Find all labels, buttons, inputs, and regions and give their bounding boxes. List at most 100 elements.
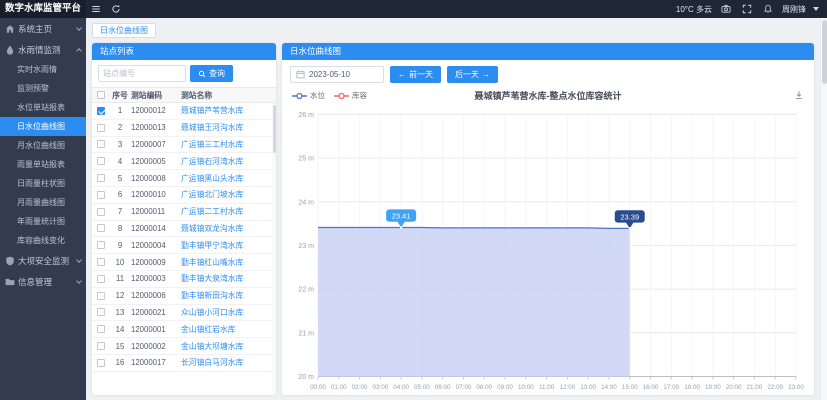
table-row[interactable]: 1012000009勤丰镇红山嘴水库 (92, 254, 276, 271)
legend-item[interactable]: 库容 (334, 90, 367, 101)
table-row[interactable]: 912000004勤丰镇甲宁湾水库 (92, 237, 276, 254)
row-station-name[interactable]: 广运镇黑山头水库 (181, 173, 276, 184)
sidebar-subitem[interactable]: 库容曲线变化 (0, 231, 86, 250)
legend-marker-icon (292, 92, 307, 100)
row-station-name[interactable]: 勤丰镇大泉湾水库 (181, 273, 276, 284)
row-checkbox[interactable] (97, 208, 105, 216)
table-row[interactable]: 1112000003勤丰镇大泉湾水库 (92, 271, 276, 288)
next-day-button[interactable]: 后一天 → (447, 66, 498, 83)
row-checkbox[interactable] (97, 191, 105, 199)
row-checkbox[interactable] (97, 359, 105, 367)
column-header-name: 测站名称 (181, 90, 276, 101)
camera-icon[interactable] (719, 0, 733, 18)
row-checkbox[interactable] (97, 107, 105, 115)
table-row[interactable]: 312000007广运镇三工村水库 (92, 137, 276, 154)
row-checkbox[interactable] (97, 124, 105, 132)
date-picker[interactable]: 2023-05-10 (290, 66, 384, 83)
search-icon (198, 70, 206, 78)
row-checkbox[interactable] (97, 140, 105, 148)
menu-collapse-icon[interactable] (86, 0, 106, 18)
row-station-name[interactable]: 勤丰镇红山嘴水库 (181, 257, 276, 268)
bell-icon[interactable] (761, 0, 775, 18)
row-station-name[interactable]: 广运镇三工村水库 (181, 139, 276, 150)
row-checkbox[interactable] (97, 342, 105, 350)
row-station-name[interactable]: 广运镇石河湾水库 (181, 156, 276, 167)
table-row[interactable]: 1512000002金山镇大坝塘水库 (92, 338, 276, 355)
chart-area: 26 m25 m24 m23 m22 m21 m20 m00:0001:0002… (282, 104, 814, 395)
row-station-name[interactable]: 众山镇小河口水库 (181, 307, 276, 318)
sidebar-item-label: 大坝安全监测 (18, 255, 74, 267)
station-search-input[interactable] (98, 65, 186, 82)
svg-text:07:00: 07:00 (456, 384, 472, 391)
window-scrollbar[interactable] (820, 18, 827, 400)
row-station-name[interactable]: 勤丰镇新田沟水库 (181, 290, 276, 301)
row-checkbox[interactable] (97, 292, 105, 300)
water-level-chart[interactable]: 26 m25 m24 m23 m22 m21 m20 m00:0001:0002… (288, 104, 808, 393)
username[interactable]: 周刚锋 (782, 4, 806, 15)
sidebar-subitem[interactable]: 实时水雨情 (0, 60, 86, 79)
refresh-icon[interactable] (106, 0, 126, 18)
next-day-label: 后一天 (455, 69, 479, 80)
row-checkbox[interactable] (97, 308, 105, 316)
sidebar-subitem[interactable]: 日雨量柱状图 (0, 174, 86, 193)
table-row[interactable]: 1412000001金山镇红岩水库 (92, 321, 276, 338)
row-station-name[interactable]: 广运镇二工村水库 (181, 206, 276, 217)
table-row[interactable]: 1612000017长河镇白马河水库 (92, 355, 276, 372)
window-scrollbar-thumb[interactable] (822, 20, 827, 84)
download-icon[interactable] (794, 90, 804, 100)
sidebar-subitem[interactable]: 监测预警 (0, 79, 86, 98)
fullscreen-icon[interactable] (740, 0, 754, 18)
row-index: 12 (109, 291, 131, 300)
row-station-name[interactable]: 聂城镇王河沟水库 (181, 122, 276, 133)
sidebar-item-dam-safety[interactable]: 大坝安全监测 (0, 250, 86, 271)
select-all-checkbox[interactable] (97, 91, 105, 99)
chart-header: 水位库容 聂城镇芦苇营水库-整点水位库容统计 (282, 89, 814, 104)
row-station-name[interactable]: 金山镇红岩水库 (181, 324, 276, 335)
table-row[interactable]: 812000014聂城镇双龙沟水库 (92, 221, 276, 238)
table-scrollbar[interactable] (272, 103, 276, 395)
table-row[interactable]: 412000005广运镇石河湾水库 (92, 153, 276, 170)
table-row[interactable]: 512000008广运镇黑山头水库 (92, 170, 276, 187)
sidebar-subitem[interactable]: 月雨量曲线图 (0, 193, 86, 212)
row-checkbox[interactable] (97, 157, 105, 165)
sidebar-subitem[interactable]: 日水位曲线图 (0, 117, 86, 136)
table-row[interactable]: 1212000006勤丰镇新田沟水库 (92, 288, 276, 305)
legend-label: 库容 (352, 90, 367, 101)
sidebar-subitem[interactable]: 年雨量统计图 (0, 212, 86, 231)
row-station-code: 12000012 (131, 106, 181, 115)
sidebar-item-home[interactable]: 系统主页 (0, 18, 86, 39)
prev-day-button[interactable]: ← 前一天 (390, 66, 441, 83)
water-drop-icon (5, 45, 15, 55)
svg-text:13:00: 13:00 (580, 384, 596, 391)
row-checkbox[interactable] (97, 174, 105, 182)
table-row[interactable]: 712000011广运镇二工村水库 (92, 204, 276, 221)
sidebar-item-info-management[interactable]: 信息管理 (0, 271, 86, 292)
row-station-name[interactable]: 聂城镇芦苇营水库 (181, 105, 276, 116)
row-checkbox[interactable] (97, 241, 105, 249)
table-row[interactable]: 612000010广运镇北门坡水库 (92, 187, 276, 204)
row-station-name[interactable]: 金山镇大坝塘水库 (181, 341, 276, 352)
row-station-name[interactable]: 聂城镇双龙沟水库 (181, 223, 276, 234)
row-checkbox[interactable] (97, 258, 105, 266)
row-station-name[interactable]: 广运镇北门坡水库 (181, 189, 276, 200)
row-checkbox[interactable] (97, 275, 105, 283)
sidebar-subitem[interactable]: 水位单站报表 (0, 98, 86, 117)
row-station-name[interactable]: 长河镇白马河水库 (181, 357, 276, 368)
sidebar-item-hydrology[interactable]: 水雨情监测 (0, 39, 86, 60)
row-index: 10 (109, 258, 131, 267)
chevron-down-icon (76, 257, 82, 263)
row-checkbox[interactable] (97, 224, 105, 232)
table-row[interactable]: 212000013聂城镇王河沟水库 (92, 120, 276, 137)
row-index: 4 (109, 157, 131, 166)
row-checkbox[interactable] (97, 325, 105, 333)
search-button[interactable]: 查询 (190, 65, 233, 82)
sidebar-subitem[interactable]: 月水位曲线图 (0, 136, 86, 155)
sidebar-subitem[interactable]: 雨量单站报表 (0, 155, 86, 174)
table-row[interactable]: 112000012聂城镇芦苇营水库 (92, 103, 276, 120)
open-page-tag[interactable]: 日水位曲线图 (92, 23, 156, 38)
row-station-code: 12000010 (131, 190, 181, 199)
table-row[interactable]: 1312000021众山镇小河口水库 (92, 305, 276, 322)
legend-item[interactable]: 水位 (292, 90, 325, 101)
table-scrollbar-thumb[interactable] (273, 105, 276, 153)
row-station-name[interactable]: 勤丰镇甲宁湾水库 (181, 240, 276, 251)
